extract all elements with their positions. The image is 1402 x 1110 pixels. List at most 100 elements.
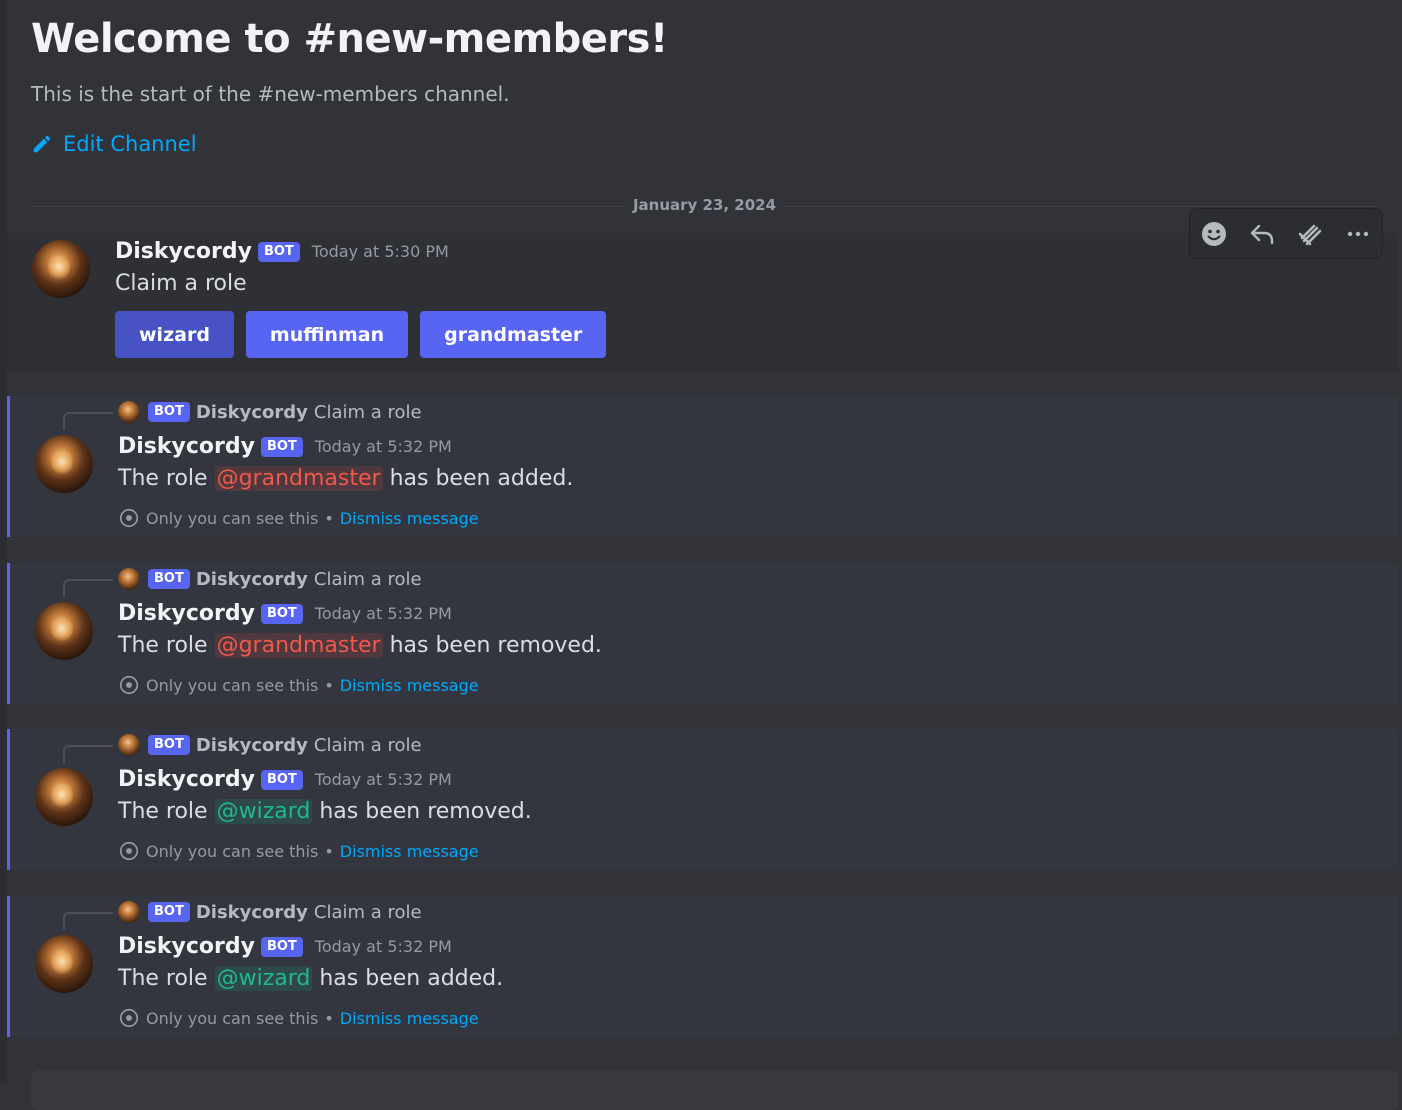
- reply-preview[interactable]: Claim a role: [314, 735, 422, 756]
- message-header: Diskycordy BOT Today at 5:30 PM: [115, 239, 449, 264]
- separator: •: [324, 1008, 334, 1028]
- ephemeral-note-text: Only you can see this: [146, 675, 319, 695]
- reply-connector: [63, 579, 113, 597]
- message-header: Diskycordy BOT Today at 5:32 PM: [118, 934, 452, 959]
- reply-connector: [63, 412, 113, 430]
- reply-avatar: [118, 568, 140, 590]
- reply-reference[interactable]: BOT Diskycordy Claim a role: [118, 734, 422, 756]
- reply-connector: [63, 912, 113, 930]
- reply-avatar: [118, 901, 140, 923]
- timestamp[interactable]: Today at 5:30 PM: [312, 242, 449, 261]
- dismiss-message-link[interactable]: Dismiss message: [340, 676, 479, 695]
- username[interactable]: Diskycordy: [118, 767, 255, 792]
- content-suffix: has been added.: [319, 966, 504, 991]
- role-button-muffinman[interactable]: muffinman: [245, 311, 409, 358]
- reply-avatar: [118, 734, 140, 756]
- avatar[interactable]: [35, 435, 93, 493]
- role-button-row: wizard muffinman grandmaster: [115, 311, 607, 358]
- date-divider: January 23, 2024: [31, 196, 1378, 214]
- username[interactable]: Diskycordy: [115, 239, 252, 264]
- role-mention[interactable]: @grandmaster: [214, 466, 383, 491]
- dismiss-message-link[interactable]: Dismiss message: [340, 1009, 479, 1028]
- bot-badge: BOT: [260, 436, 303, 457]
- message-actions-toolbar: [1189, 208, 1383, 259]
- message-composer[interactable]: [31, 1070, 1399, 1110]
- ephemeral-message: BOT Diskycordy Claim a role Diskycordy B…: [7, 896, 1398, 1037]
- content-prefix: The role: [118, 966, 208, 991]
- separator: •: [324, 675, 334, 695]
- bot-badge: BOT: [148, 569, 190, 589]
- avatar[interactable]: [32, 240, 90, 298]
- reply-username[interactable]: Diskycordy: [196, 569, 308, 590]
- role-button-grandmaster[interactable]: grandmaster: [420, 311, 607, 358]
- ephemeral-note-text: Only you can see this: [146, 841, 319, 861]
- bot-badge: BOT: [257, 241, 300, 262]
- more-options-button[interactable]: [1341, 217, 1375, 251]
- reply-button[interactable]: [1245, 217, 1279, 251]
- bot-badge: BOT: [148, 735, 190, 755]
- reply-reference[interactable]: BOT Diskycordy Claim a role: [118, 901, 422, 923]
- forward-button[interactable]: [1293, 217, 1327, 251]
- content-prefix: The role: [118, 466, 208, 491]
- eye-icon: [119, 1008, 139, 1028]
- bot-badge: BOT: [148, 402, 190, 422]
- username[interactable]: Diskycordy: [118, 434, 255, 459]
- role-mention[interactable]: @wizard: [214, 799, 313, 824]
- message-content: The role @wizard has been removed.: [118, 799, 532, 824]
- add-reaction-button[interactable]: [1197, 217, 1231, 251]
- edit-channel-label: Edit Channel: [63, 132, 197, 156]
- bot-badge: BOT: [260, 769, 303, 790]
- separator: •: [324, 508, 334, 528]
- ephemeral-note: Only you can see this • Dismiss message: [118, 1007, 479, 1029]
- message-header: Diskycordy BOT Today at 5:32 PM: [118, 601, 452, 626]
- reply-username[interactable]: Diskycordy: [196, 735, 308, 756]
- avatar[interactable]: [35, 935, 93, 993]
- content-suffix: has been added.: [389, 466, 574, 491]
- timestamp[interactable]: Today at 5:32 PM: [315, 937, 452, 956]
- message-content: The role @wizard has been added.: [118, 966, 503, 991]
- avatar[interactable]: [35, 602, 93, 660]
- avatar[interactable]: [35, 768, 93, 826]
- ephemeral-note-text: Only you can see this: [146, 1008, 319, 1028]
- message-header: Diskycordy BOT Today at 5:32 PM: [118, 767, 452, 792]
- reply-username[interactable]: Diskycordy: [196, 902, 308, 923]
- username[interactable]: Diskycordy: [118, 934, 255, 959]
- forward-icon: [1298, 224, 1322, 245]
- reply-preview[interactable]: Claim a role: [314, 569, 422, 590]
- message-content: The role @grandmaster has been removed.: [118, 633, 602, 658]
- content-suffix: has been removed.: [389, 633, 602, 658]
- ephemeral-message: BOT Diskycordy Claim a role Diskycordy B…: [7, 396, 1398, 537]
- eye-icon: [119, 841, 139, 861]
- pencil-icon: [33, 135, 51, 153]
- role-button-wizard[interactable]: wizard: [115, 311, 234, 358]
- reply-reference[interactable]: BOT Diskycordy Claim a role: [118, 401, 422, 423]
- reply-username[interactable]: Diskycordy: [196, 402, 308, 423]
- ephemeral-note-text: Only you can see this: [146, 508, 319, 528]
- timestamp[interactable]: Today at 5:32 PM: [315, 437, 452, 456]
- edit-channel-link[interactable]: Edit Channel: [31, 128, 1382, 160]
- role-mention[interactable]: @grandmaster: [214, 633, 383, 658]
- channel-header: Welcome to #new-members! This is the sta…: [31, 12, 1382, 160]
- content-prefix: The role: [118, 633, 208, 658]
- welcome-title: Welcome to #new-members!: [31, 16, 668, 62]
- reply-icon: [1250, 224, 1274, 244]
- username[interactable]: Diskycordy: [118, 601, 255, 626]
- timestamp[interactable]: Today at 5:32 PM: [315, 604, 452, 623]
- reply-reference[interactable]: BOT Diskycordy Claim a role: [118, 568, 422, 590]
- content-suffix: has been removed.: [319, 799, 532, 824]
- dismiss-message-link[interactable]: Dismiss message: [340, 842, 479, 861]
- ephemeral-message: BOT Diskycordy Claim a role Diskycordy B…: [7, 563, 1398, 704]
- add-reaction-icon: [1202, 221, 1226, 246]
- timestamp[interactable]: Today at 5:32 PM: [315, 770, 452, 789]
- ephemeral-note: Only you can see this • Dismiss message: [118, 507, 479, 529]
- ephemeral-note: Only you can see this • Dismiss message: [118, 840, 479, 862]
- reply-avatar: [118, 401, 140, 423]
- eye-icon: [119, 675, 139, 695]
- more-options-icon: [1347, 231, 1369, 236]
- dismiss-message-link[interactable]: Dismiss message: [340, 509, 479, 528]
- reply-preview[interactable]: Claim a role: [314, 902, 422, 923]
- date-divider-label: January 23, 2024: [624, 196, 785, 214]
- role-mention[interactable]: @wizard: [214, 966, 313, 991]
- reply-preview[interactable]: Claim a role: [314, 402, 422, 423]
- channel-start-text: This is the start of the #new-members ch…: [31, 82, 510, 106]
